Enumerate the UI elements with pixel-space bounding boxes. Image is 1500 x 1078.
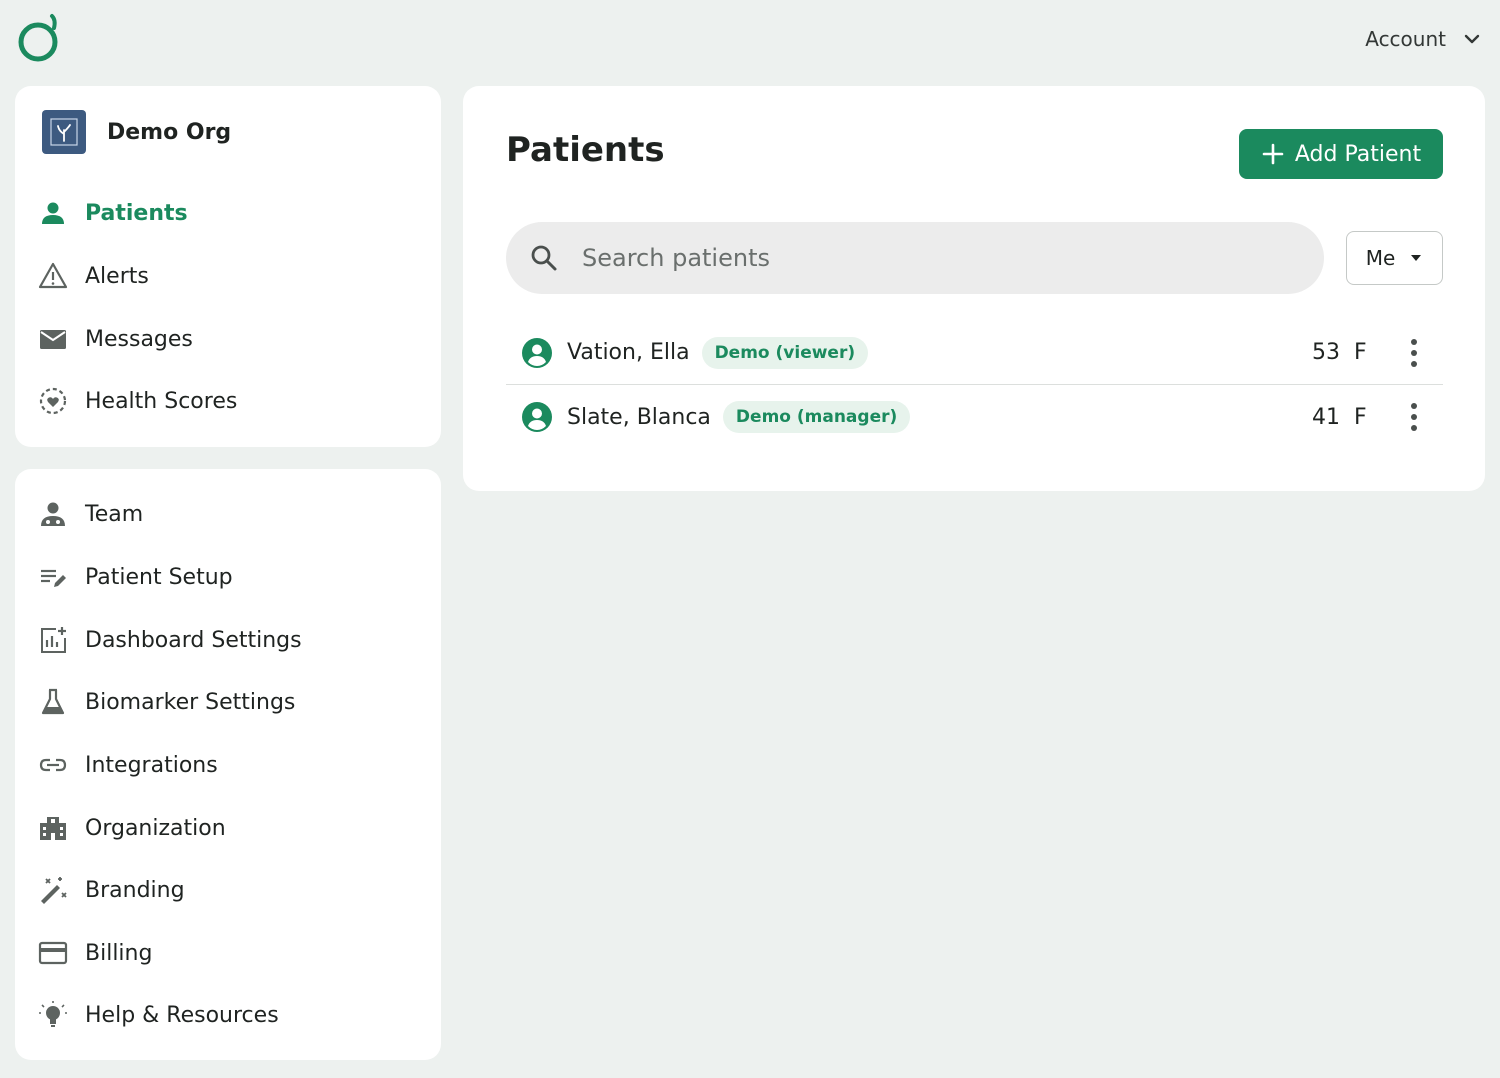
org-header[interactable]: Demo Org: [42, 110, 231, 154]
patient-row[interactable]: Vation, Ella Demo (viewer) 53 F: [506, 321, 1443, 385]
patient-sex: F: [1354, 340, 1367, 365]
sidebar-item-dashboard-settings[interactable]: Dashboard Settings: [37, 620, 302, 660]
sidebar-item-messages[interactable]: Messages: [37, 319, 193, 359]
more-vert-icon: [1411, 403, 1417, 431]
sidebar-primary: Demo Org Patients Alerts Messages Health…: [15, 86, 441, 447]
patient-age: 53: [1312, 340, 1340, 365]
building-icon: [37, 812, 69, 844]
sidebar-item-health-scores[interactable]: Health Scores: [37, 381, 237, 421]
sidebar-item-label: Organization: [85, 815, 226, 841]
assignee-filter-select[interactable]: Me: [1346, 231, 1443, 285]
patient-age: 41: [1312, 404, 1340, 430]
sidebar-item-alerts[interactable]: Alerts: [37, 256, 149, 296]
sidebar-secondary: Team Patient Setup Dashboard Settings Bi…: [15, 469, 441, 1060]
more-options-button[interactable]: [1399, 400, 1429, 434]
account-label: Account: [1365, 27, 1446, 51]
person-icon: [37, 197, 69, 229]
sidebar-item-organization[interactable]: Organization: [37, 808, 226, 848]
sidebar-item-branding[interactable]: Branding: [37, 870, 185, 910]
sidebar-item-label: Dashboard Settings: [85, 627, 302, 653]
sidebar-item-label: Alerts: [85, 263, 149, 289]
edit-list-icon: [37, 561, 69, 593]
patient-name[interactable]: Slate, Blanca: [567, 405, 711, 430]
sidebar-item-patient-setup[interactable]: Patient Setup: [37, 557, 233, 597]
sidebar-item-label: Messages: [85, 326, 193, 352]
role-badge: Demo (manager): [722, 401, 911, 433]
lightbulb-icon: [37, 999, 69, 1031]
org-name: Demo Org: [107, 119, 232, 145]
app-logo[interactable]: [16, 12, 64, 64]
account-circle-icon: [522, 337, 552, 368]
team-icon: [37, 498, 69, 530]
filter-value: Me: [1365, 246, 1396, 270]
sidebar-item-billing[interactable]: Billing: [37, 933, 152, 973]
sidebar-item-label: Patients: [85, 200, 188, 226]
sidebar-item-team[interactable]: Team: [37, 494, 143, 534]
chevron-down-icon: [1464, 34, 1480, 44]
sidebar-item-label: Help & Resources: [85, 1002, 279, 1028]
add-patient-button[interactable]: Add Patient: [1239, 129, 1443, 179]
sidebar-item-integrations[interactable]: Integrations: [37, 745, 218, 785]
account-circle-icon: [522, 402, 552, 432]
add-patient-label: Add Patient: [1294, 141, 1422, 167]
sidebar-item-label: Billing: [85, 940, 153, 966]
patient-sex: F: [1354, 404, 1367, 430]
top-bar: Account: [0, 0, 1500, 80]
plus-icon: [1262, 143, 1284, 165]
sidebar-item-label: Health Scores: [85, 388, 238, 414]
magic-wand-icon: [37, 874, 69, 906]
credit-card-icon: [37, 937, 69, 969]
heart-circle-icon: [37, 385, 69, 417]
link-icon: [37, 749, 69, 781]
sidebar-item-label: Patient Setup: [85, 564, 233, 590]
flask-icon: [37, 686, 69, 718]
patient-name[interactable]: Vation, Ella: [567, 340, 690, 365]
sidebar-item-label: Branding: [85, 877, 185, 903]
role-badge: Demo (viewer): [701, 336, 869, 369]
sidebar-item-label: Integrations: [85, 752, 218, 778]
page-title: Patients: [506, 130, 665, 170]
sidebar-item-help-resources[interactable]: Help & Resources: [37, 995, 279, 1035]
warning-icon: [37, 260, 69, 292]
account-menu[interactable]: Account: [1365, 24, 1482, 54]
envelope-icon: [37, 323, 69, 355]
sidebar-item-patients[interactable]: Patients: [37, 193, 188, 233]
sidebar-item-label: Biomarker Settings: [85, 689, 296, 715]
chart-add-icon: [37, 624, 69, 656]
search-icon: [531, 245, 557, 271]
org-avatar: [42, 110, 86, 154]
sidebar-item-biomarker-settings[interactable]: Biomarker Settings: [37, 682, 295, 722]
more-vert-icon: [1411, 338, 1417, 367]
patient-row[interactable]: Slate, Blanca Demo (manager) 41 F: [506, 385, 1443, 449]
caret-down-icon: [1411, 255, 1422, 261]
search-input[interactable]: [582, 244, 1262, 272]
search-bar[interactable]: [506, 222, 1324, 294]
sidebar-item-label: Team: [85, 501, 144, 527]
patients-panel: Patients Add Patient Me Vation, Ella Dem…: [463, 86, 1485, 491]
more-options-button[interactable]: [1399, 336, 1429, 370]
